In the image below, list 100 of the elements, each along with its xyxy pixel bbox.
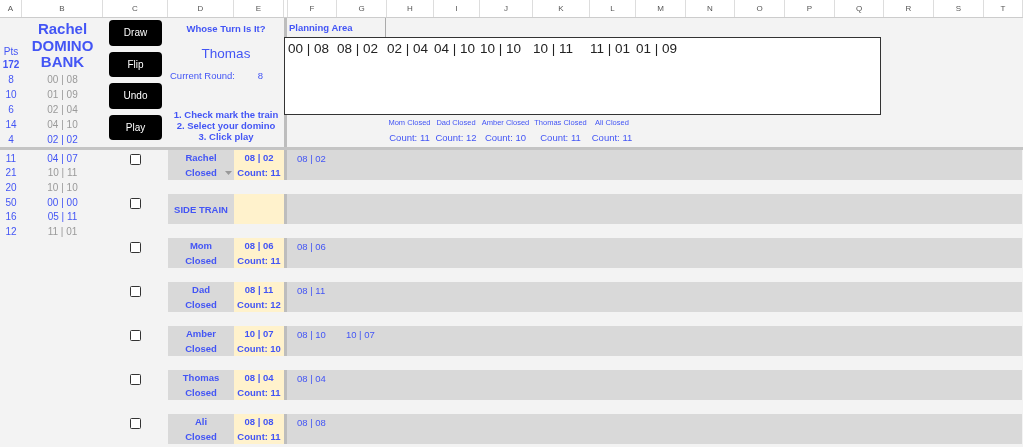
action-button[interactable]: Draw (109, 20, 162, 46)
domino-value: 08 | 02 (297, 153, 326, 164)
player-name: Amber (185, 328, 217, 339)
domino-value: 10 | 11 (533, 41, 575, 56)
domino-value: 08 | 08 (297, 417, 326, 428)
train-count: Count: 12 (237, 299, 281, 310)
planning-box[interactable]: 00 | 08 08 | 02 02 | 04 04 | 10 10 | 10 10 | 11 11 | 01 01 | 09 (284, 37, 881, 115)
side-train-label: SIDE TRAIN (174, 203, 228, 215)
column-header[interactable]: L (590, 0, 636, 17)
domino-value: 01 | 09 (636, 41, 679, 56)
domino-value: 08 | 06 (297, 241, 326, 252)
domino-value: 10 | 07 (244, 328, 274, 339)
column-header[interactable]: B (22, 0, 103, 17)
domino-value: 10 | 07 (345, 329, 375, 340)
column-header[interactable]: I (434, 0, 480, 17)
instruction-text: 2. Select your domino (176, 120, 276, 131)
column-header[interactable]: A (0, 0, 22, 17)
domino-value: 08 | 04 (297, 373, 326, 384)
player-name: Rachel (185, 152, 217, 163)
column-header[interactable]: R (884, 0, 934, 17)
bank-title: BANK (40, 54, 85, 71)
train-status[interactable]: Closed (185, 431, 217, 442)
points-value: 16 (4, 211, 18, 223)
column-header[interactable]: F (288, 0, 337, 17)
train-status[interactable]: Closed (185, 343, 217, 354)
turn-heading: Whose Turn Is It? (186, 23, 266, 34)
domino-value: 11 | 01 (590, 41, 632, 56)
train-status[interactable]: Closed (185, 299, 217, 310)
domino-value: 08 | 02 (244, 152, 274, 163)
player-name: Dad (192, 284, 210, 295)
column-header[interactable]: T (984, 0, 1023, 17)
train-status[interactable]: Closed (185, 255, 217, 266)
checkbox[interactable] (130, 154, 141, 165)
domino-value: 00 | 08 (288, 41, 331, 56)
train-count: Count: 11 (237, 431, 281, 442)
points-value: 14 (4, 119, 18, 130)
domino-value[interactable]: 05 | 11 (22, 211, 103, 223)
checkbox[interactable] (130, 374, 141, 385)
train-count: Count: 11 (237, 167, 281, 178)
points-value: 12 (4, 225, 18, 237)
train-count: Count: 11 (591, 131, 633, 143)
train-count: Count: 11 (389, 131, 430, 143)
column-header[interactable]: H (387, 0, 434, 17)
action-button[interactable]: Play (109, 114, 162, 140)
column-header[interactable]: N (686, 0, 735, 17)
domino-value: 02 | 04 (387, 41, 430, 56)
domino-value: 08 | 08 (244, 416, 274, 427)
domino-value[interactable]: 02 | 02 (22, 134, 103, 145)
instruction-text: 1. Check mark the train (173, 109, 279, 120)
column-header[interactable]: P (785, 0, 835, 17)
points-value: 8 (7, 74, 15, 85)
action-button[interactable]: Flip (109, 51, 162, 77)
column-header[interactable]: C (103, 0, 168, 17)
column-header[interactable]: K (533, 0, 590, 17)
column-header[interactable]: J (480, 0, 533, 17)
player-name: Thomas (182, 372, 220, 383)
player-name: Ali (194, 416, 208, 427)
train-count: Count: 10 (484, 131, 527, 143)
domino-value: 08 | 02 (337, 41, 380, 56)
column-header[interactable]: G (337, 0, 387, 17)
checkbox[interactable] (130, 242, 141, 253)
train-count: Count: 11 (540, 131, 581, 143)
train-count: Count: 11 (237, 255, 281, 266)
bank-title: Rachel (37, 21, 88, 38)
points-value: 20 (4, 182, 18, 193)
column-header[interactable]: Q (835, 0, 884, 17)
player-name: Mom (189, 240, 213, 251)
train-count: Count: 10 (237, 343, 281, 354)
column-header[interactable]: O (735, 0, 785, 17)
points-value: 11 (4, 152, 18, 164)
current-player: Thomas (201, 46, 251, 61)
points-label: Pts (3, 45, 19, 59)
round-label: Current Round: (170, 70, 235, 81)
column-header[interactable]: S (934, 0, 984, 17)
column-header[interactable]: D (168, 0, 234, 17)
bank-title: DOMINO (31, 37, 94, 54)
checkbox[interactable] (130, 198, 141, 209)
domino-value[interactable]: 04 | 07 (22, 152, 103, 164)
points-value: 4 (7, 134, 15, 145)
domino-value: 08 | 10 (297, 329, 326, 340)
domino-value[interactable]: 00 | 00 (22, 196, 103, 208)
train-status[interactable]: Closed (185, 387, 217, 398)
domino-value: 08 | 04 (244, 372, 274, 383)
instruction-text: 3. Click play (198, 131, 254, 142)
domino-value: 08 | 11 (297, 285, 326, 296)
train-count: Count: 11 (237, 387, 281, 398)
points-value: 10 (4, 89, 18, 100)
checkbox[interactable] (130, 330, 141, 341)
domino-value: 08 | 06 (244, 240, 274, 251)
points-value: 6 (7, 104, 15, 115)
checkbox[interactable] (130, 418, 141, 429)
train-head-cell (234, 194, 284, 224)
domino-value: 08 | 11 (244, 284, 274, 295)
column-header[interactable]: M (636, 0, 686, 17)
train-count: Count: 12 (435, 131, 477, 143)
points-total: 172 (2, 59, 20, 70)
points-value: 21 (4, 167, 18, 179)
checkbox[interactable] (130, 286, 141, 297)
train-status[interactable]: Closed (185, 167, 217, 178)
action-button[interactable]: Undo (109, 83, 162, 109)
